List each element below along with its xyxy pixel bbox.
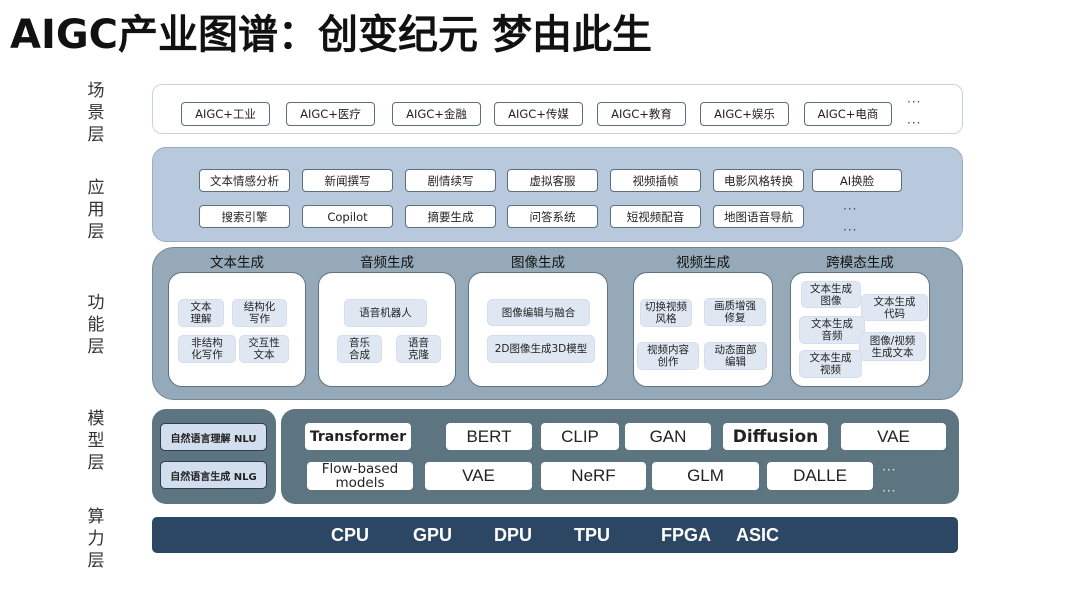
group-title-audio-generation: 音频生成: [360, 255, 414, 271]
model-item[interactable]: CLIP: [541, 423, 619, 450]
compute-item[interactable]: DPU: [494, 521, 532, 549]
label-char: 算: [87, 507, 105, 527]
group-title-image-generation: 图像生成: [511, 255, 565, 271]
nlg-item[interactable]: 自然语言生成 NLG: [160, 461, 267, 489]
function-item[interactable]: 语音机器人: [344, 299, 427, 327]
function-item[interactable]: 非结构 化写作: [178, 335, 236, 363]
scene-item[interactable]: AIGC+电商: [804, 102, 892, 126]
application-item[interactable]: 电影风格转换: [713, 169, 804, 192]
application-item[interactable]: 剧情续写: [405, 169, 496, 192]
compute-item[interactable]: ASIC: [736, 521, 779, 549]
model-item[interactable]: BERT: [446, 423, 532, 450]
function-item[interactable]: 画质增强 修复: [704, 298, 766, 326]
scene-item[interactable]: AIGC+金融: [392, 102, 481, 126]
application-item[interactable]: AI换脸: [812, 169, 902, 192]
model-item[interactable]: Transformer: [305, 423, 411, 450]
application-item[interactable]: 搜索引擎: [199, 205, 290, 228]
nlu-item[interactable]: 自然语言理解 NLU: [160, 423, 267, 451]
function-item[interactable]: 结构化 写作: [232, 299, 287, 327]
compute-item[interactable]: TPU: [574, 521, 610, 549]
more-ellipsis: ···: [843, 202, 858, 216]
model-layer-label: 模 型 层: [80, 408, 112, 474]
scene-item[interactable]: AIGC+娱乐: [700, 102, 789, 126]
model-item[interactable]: NeRF: [541, 462, 646, 490]
compute-layer-panel: [152, 517, 958, 553]
function-item[interactable]: 切换视频 风格: [640, 299, 692, 327]
group-card-image-generation: [468, 272, 608, 387]
label-char: 能: [87, 315, 105, 335]
function-item[interactable]: 文本生成 图像: [801, 281, 861, 308]
model-item[interactable]: GLM: [652, 462, 759, 490]
model-item[interactable]: GAN: [625, 423, 711, 450]
scene-item[interactable]: AIGC+医疗: [286, 102, 375, 126]
label-char: 模: [87, 409, 105, 429]
application-item[interactable]: 虚拟客服: [507, 169, 598, 192]
label-char: 层: [87, 125, 105, 145]
application-item[interactable]: 文本情感分析: [199, 169, 290, 192]
function-item[interactable]: 语音 克隆: [396, 335, 441, 363]
group-title-cross-modal-generation: 跨模态生成: [826, 255, 894, 271]
function-item[interactable]: 文本 理解: [178, 299, 224, 327]
scene-item[interactable]: AIGC+工业: [181, 102, 270, 126]
compute-item[interactable]: CPU: [331, 521, 369, 549]
function-layer-label: 功 能 层: [80, 292, 112, 358]
compute-item[interactable]: FPGA: [661, 521, 711, 549]
model-item[interactable]: VAE: [841, 423, 946, 450]
more-ellipsis: ···: [882, 484, 897, 498]
function-item[interactable]: 文本生成 代码: [861, 294, 928, 321]
label-char: 层: [87, 453, 105, 473]
compute-layer-label: 算 力 层: [80, 506, 112, 572]
label-char: 层: [87, 337, 105, 357]
compute-item[interactable]: GPU: [413, 521, 452, 549]
page-title: AIGC产业图谱：创变纪元 梦由此生: [10, 12, 652, 58]
scene-item[interactable]: AIGC+传媒: [494, 102, 583, 126]
group-title-video-generation: 视频生成: [676, 255, 730, 271]
application-layer-label: 应 用 层: [80, 177, 112, 243]
more-ellipsis: ···: [843, 223, 858, 237]
application-item[interactable]: Copilot: [302, 205, 393, 228]
label-char: 场: [87, 81, 105, 101]
label-char: 层: [87, 551, 105, 571]
model-item[interactable]: Diffusion: [723, 423, 828, 450]
function-item[interactable]: 音乐 合成: [337, 335, 382, 363]
function-item[interactable]: 视频内容 创作: [637, 342, 699, 370]
model-item[interactable]: DALLE: [767, 462, 873, 490]
group-title-text-generation: 文本生成: [210, 255, 264, 271]
function-item[interactable]: 交互性 文本: [239, 335, 289, 363]
function-item[interactable]: 文本生成 视频: [799, 350, 862, 378]
function-item[interactable]: 图像编辑与融合: [487, 299, 590, 326]
application-item[interactable]: 摘要生成: [405, 205, 496, 228]
model-item[interactable]: Flow-based models: [307, 462, 413, 490]
function-item[interactable]: 动态面部 编辑: [704, 342, 767, 370]
group-card-audio-generation: [318, 272, 456, 387]
more-ellipsis: ···: [882, 463, 897, 477]
application-item[interactable]: 地图语音导航: [713, 205, 804, 228]
label-char: 用: [87, 200, 105, 220]
function-item[interactable]: 2D图像生成3D模型: [487, 335, 595, 363]
more-ellipsis: ···: [907, 116, 922, 130]
label-char: 景: [87, 103, 105, 123]
group-card-text-generation: [168, 272, 306, 387]
more-ellipsis: ···: [907, 95, 922, 109]
application-item[interactable]: 短视频配音: [610, 205, 701, 228]
application-item[interactable]: 视频插帧: [610, 169, 701, 192]
model-item[interactable]: VAE: [425, 462, 532, 490]
label-char: 力: [87, 529, 105, 549]
function-item[interactable]: 图像/视频 生成文本: [859, 332, 926, 361]
function-item[interactable]: 文本生成 音频: [799, 316, 865, 344]
label-char: 功: [87, 293, 105, 313]
label-char: 型: [87, 431, 105, 451]
label-char: 层: [87, 222, 105, 242]
label-char: 应: [87, 178, 105, 198]
scene-item[interactable]: AIGC+教育: [597, 102, 686, 126]
scene-layer-label: 场 景 层: [80, 80, 112, 146]
application-item[interactable]: 问答系统: [507, 205, 598, 228]
application-item[interactable]: 新闻撰写: [302, 169, 393, 192]
